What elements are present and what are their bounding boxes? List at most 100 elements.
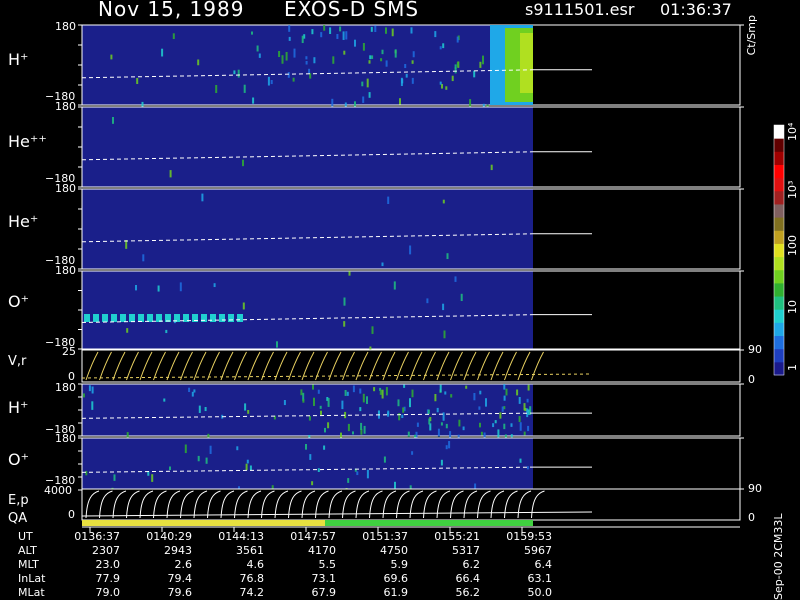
spectrogram-cell (501, 406, 504, 412)
colorbar-swatch (774, 138, 784, 152)
spectrogram-cell (281, 55, 284, 64)
spectrogram-cell (244, 403, 247, 411)
spectrogram-cell (368, 60, 371, 64)
spectrogram-cell (399, 98, 401, 105)
spectrogram-cell (497, 429, 500, 438)
spectrogram-cell (243, 84, 246, 93)
spectrogram-cell (462, 426, 465, 431)
footer-cell: 79.0 (95, 586, 121, 599)
footer-cell: 3561 (236, 544, 264, 557)
spectrogram-cell (157, 285, 160, 292)
spectrogram-cell (527, 425, 530, 432)
panel-label-ep: E,p (8, 493, 29, 508)
spectrogram-cell (527, 409, 530, 415)
footer-cell: 0144:13 (218, 530, 264, 543)
footer-row-label: ALT (18, 544, 37, 557)
spectrogram-cell (233, 70, 236, 75)
spectrogram-cell (258, 53, 261, 58)
footer-cell: 6.2 (462, 558, 481, 571)
spectrogram-cell (442, 199, 445, 204)
spectrogram-cell (313, 397, 315, 406)
colorbar-swatch (774, 348, 784, 363)
colorbar-swatch (774, 322, 784, 337)
spectrogram-cell (278, 51, 281, 58)
spectrogram-cell (256, 45, 259, 52)
panel-nodata (533, 438, 740, 490)
spectrogram-cell (111, 314, 117, 322)
spectrogram-cell (454, 67, 457, 74)
spectrogram-cell (510, 434, 513, 438)
spectrogram-cell (120, 314, 126, 322)
spectrogram-cell (267, 76, 270, 86)
footer-cell: 79.6 (167, 586, 193, 599)
panel-nodata (533, 271, 740, 349)
spectrogram-cell (184, 444, 187, 454)
spectrogram-cell (292, 77, 295, 82)
spectrogram-cell (359, 407, 362, 412)
spectrogram-cell (82, 393, 85, 398)
spectrogram-cell (317, 468, 320, 472)
spectrogram-cell (343, 50, 346, 55)
spectrogram-cell (288, 36, 291, 41)
spectrogram-cell (228, 314, 234, 322)
colorbar-swatch (774, 296, 784, 310)
spectrogram-cell (371, 55, 374, 59)
spectrogram-cell (336, 34, 339, 39)
tick-o-plus-top: 180 (55, 264, 76, 277)
spectrogram-cell (516, 389, 519, 396)
spectrogram-cell (93, 314, 99, 322)
spectrogram-cell (347, 423, 350, 432)
spectrogram-cell (112, 117, 114, 124)
spectrogram-cell (308, 68, 311, 74)
spectrogram-cell (354, 39, 356, 47)
spectrogram-cell (409, 398, 411, 408)
footer-row-label: MLat (18, 586, 45, 599)
colorbar-swatch (774, 335, 784, 350)
footer-cell: 0147:57 (290, 530, 336, 543)
spectrogram-cell (410, 27, 413, 34)
spectrogram-cell (138, 314, 144, 322)
spectrogram-cell (198, 405, 201, 413)
spectrogram-cell (283, 400, 286, 406)
spectrogram-cell (434, 394, 437, 402)
spectrogram-cell (343, 321, 346, 327)
qa-bar-segment (82, 520, 325, 526)
colorbar-swatch (774, 203, 784, 218)
footer-row-label: MLT (18, 558, 39, 571)
spectrogram-cell (444, 391, 447, 395)
spectrogram-cell (247, 410, 250, 414)
spectrogram-cell (293, 48, 296, 58)
spectrogram-cell (165, 329, 168, 334)
spectrogram-cell (473, 70, 476, 78)
footer-cell: 0136:37 (74, 530, 120, 543)
spectrogram-cell (237, 69, 240, 78)
spectrogram-cell (445, 86, 448, 90)
spectrogram-cell (366, 78, 369, 88)
spectrogram-cell (465, 385, 468, 389)
spectrogram-cell (237, 314, 243, 322)
spectrogram-cell (411, 451, 414, 455)
spectrogram-cell (385, 60, 388, 67)
footer-cell: 5.9 (390, 558, 409, 571)
spectrogram-cell (373, 387, 376, 392)
spectrogram-cell (219, 314, 225, 322)
spectrogram-cell (209, 445, 212, 454)
spectrogram-cell (445, 445, 448, 450)
spectrogram-cell (113, 474, 116, 481)
spectrogram-cell (136, 78, 139, 84)
colorbar-swatch (774, 164, 784, 179)
spectrogram-cell (381, 49, 384, 55)
tick-ep-right-bot: 0 (748, 511, 755, 524)
spectrogram-cell (479, 61, 482, 68)
footer-cell: 0151:37 (362, 530, 408, 543)
spectrogram-cell (404, 64, 407, 69)
spectrogram-cell (494, 420, 497, 424)
panel-label-o-plus: O⁺ (8, 292, 30, 311)
spectrogram-cell (305, 56, 308, 60)
spectrogram-cell (179, 282, 182, 292)
spectrogram-cell (110, 54, 113, 60)
colorbar-unit: Ct/Smp (745, 15, 758, 56)
spectrogram-cell (360, 422, 363, 430)
spectrogram-cell (362, 43, 365, 51)
spectrogram-cell (442, 412, 445, 421)
